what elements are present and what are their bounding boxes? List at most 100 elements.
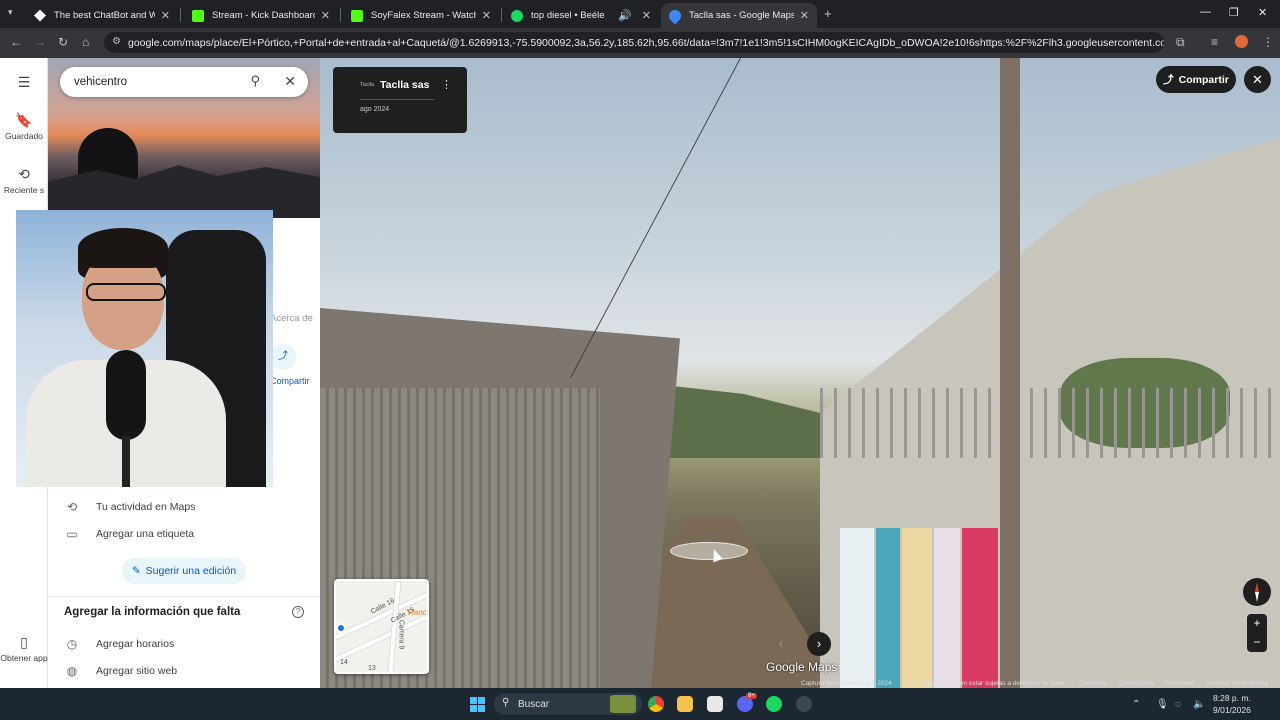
network-icon[interactable]: ◌: [1175, 699, 1181, 710]
map-label: Carrera 9: [397, 619, 405, 650]
terms-link[interactable]: Condiciones: [1118, 680, 1154, 688]
address-bar[interactable]: ⚙ google.com/maps/place/El+Pórtico,+Port…: [104, 32, 1164, 53]
maximize-icon[interactable]: ❐: [1229, 6, 1239, 19]
site-info-icon[interactable]: ⚙: [112, 36, 121, 47]
tab-google-maps[interactable]: Taclla sas - Google Maps ✕: [661, 3, 817, 28]
taskbar-search[interactable]: ⚲ Buscar: [494, 693, 642, 715]
minimize-icon[interactable]: —: [1200, 6, 1211, 18]
microphone-icon[interactable]: 🎙: [1156, 699, 1169, 710]
map-label: 13: [368, 665, 376, 672]
profile-avatar[interactable]: [1235, 35, 1248, 48]
rail-item-saved[interactable]: 🔖 Guardado: [0, 112, 48, 141]
tab-kick-dashboard[interactable]: Stream - Kick Dashboard ✕: [184, 3, 338, 28]
share-icon: ⤴: [1163, 74, 1174, 86]
chrome-app-icon[interactable]: [648, 696, 664, 712]
clock-date: 9/01/2026: [1213, 705, 1251, 715]
volume-icon[interactable]: 🔈: [1193, 699, 1205, 710]
reading-list-icon[interactable]: ≡: [1211, 35, 1218, 49]
clear-search-icon[interactable]: ✕: [284, 73, 296, 90]
tray-chevron-icon[interactable]: ⌃: [1132, 699, 1140, 710]
row-label: Agregar una etiqueta: [96, 528, 195, 540]
rail-label: Reciente s: [3, 185, 45, 195]
tab-close-icon[interactable]: ✕: [482, 9, 491, 22]
place-logo: Taclla: [360, 82, 375, 88]
new-tab-icon[interactable]: +: [824, 6, 832, 21]
suggest-edit-label: Sugerir una edición: [145, 565, 237, 577]
tab-chatbot[interactable]: The best ChatBot and Widgets ✕: [26, 3, 178, 28]
zoom-out-icon[interactable]: −: [1247, 633, 1267, 652]
list-item[interactable]: ◷ Agregar horarios: [64, 637, 174, 651]
tab-close-icon[interactable]: ✕: [800, 9, 809, 22]
list-item[interactable]: ▭ Agregar una etiqueta: [64, 527, 194, 541]
chatbot-favicon-icon: [34, 9, 46, 22]
share-button-label: Compartir: [1178, 73, 1229, 86]
search-highlight-icon: [610, 695, 636, 713]
close-street-view-button[interactable]: ✕: [1244, 66, 1271, 93]
next-photo-icon[interactable]: ›: [807, 632, 831, 656]
compass-icon[interactable]: [1243, 578, 1271, 606]
home-icon[interactable]: ⌂: [82, 35, 89, 49]
menu-kebab-icon[interactable]: ⋮: [1262, 35, 1274, 49]
region-link[interactable]: Colombia: [1079, 680, 1106, 688]
search-input[interactable]: vehicentro ⚲ ✕: [60, 67, 308, 97]
list-item[interactable]: ⟲ Tu actividad en Maps: [64, 500, 195, 514]
zoom-controls: + −: [1247, 614, 1267, 652]
suggest-edit-button[interactable]: ✎ Sugerir una edición: [122, 558, 246, 584]
kick-favicon-icon: [351, 9, 363, 22]
report-problem-link[interactable]: Informar un problema: [1206, 680, 1268, 688]
tab-search-icon[interactable]: ▾: [8, 7, 13, 18]
obs-app-icon[interactable]: [796, 696, 812, 712]
copyright-notice: Las imágenes pueden estar sujetas a dere…: [903, 680, 1067, 687]
phone-icon: ▯: [20, 634, 28, 650]
windows-start-icon[interactable]: [470, 697, 485, 712]
back-icon[interactable]: ←: [10, 35, 22, 49]
hamburger-icon[interactable]: ☰: [0, 74, 48, 91]
pencil-icon: ✎: [131, 565, 141, 577]
divider: [48, 596, 320, 597]
share-button[interactable]: ⤴ Compartir: [1156, 66, 1236, 93]
tab-close-icon[interactable]: ✕: [642, 9, 651, 22]
taskbar-clock[interactable]: 8:28 p. m. 9/01/2026: [1213, 692, 1251, 716]
bookmark-icon: 🔖: [15, 112, 33, 128]
tab-close-icon[interactable]: ✕: [161, 9, 170, 22]
tab-about[interactable]: Acerca de: [270, 313, 313, 324]
store-app-icon[interactable]: [707, 696, 723, 712]
rail-label: Obtener app: [0, 653, 48, 663]
previous-photo-icon[interactable]: ‹: [769, 632, 793, 656]
street-view-canvas[interactable]: [320, 58, 1280, 688]
reload-icon[interactable]: ↻: [58, 35, 68, 49]
search-icon[interactable]: ⚲: [250, 73, 260, 89]
tab-label: The best ChatBot and Widgets: [54, 10, 155, 21]
spotify-app-icon[interactable]: [766, 696, 782, 712]
rail-item-get-app[interactable]: ▯ Obtener app: [0, 634, 48, 663]
url-text: google.com/maps/place/El+Pórtico,+Portal…: [128, 36, 1164, 49]
share-icon[interactable]: ⤴: [270, 344, 296, 370]
extensions-icon[interactable]: ⧉: [1176, 35, 1185, 50]
history-icon: ⟲: [66, 500, 78, 514]
zoom-in-icon[interactable]: +: [1247, 614, 1267, 633]
rail-item-recent[interactable]: ⟲ Reciente s: [0, 166, 48, 195]
capture-attribution: Captura de imágenes: jun 2024: [801, 680, 892, 687]
google-maps-logo: Google Maps: [766, 660, 838, 674]
tab-spotify[interactable]: top diesel • Beéle 🔊 ✕: [503, 3, 659, 28]
tab-soyfalex-stream[interactable]: SoyFalex Stream - Watch Live o ✕: [343, 3, 499, 28]
audio-icon[interactable]: 🔊: [618, 9, 632, 22]
row-label: Agregar horarios: [96, 638, 175, 650]
privacy-link[interactable]: Privacidad: [1164, 680, 1194, 688]
history-icon: ⟲: [18, 166, 30, 182]
list-item[interactable]: ◍ Agregar sitio web: [64, 664, 177, 678]
tab-label: Taclla sas - Google Maps: [689, 10, 794, 21]
street-view-minimap[interactable]: Calle 16 Calle 15 Carrera 9 Ranc 14 13: [334, 579, 429, 674]
tab-close-icon[interactable]: ✕: [321, 9, 330, 22]
file-explorer-icon[interactable]: [677, 696, 693, 712]
share-action-label[interactable]: Compartir: [270, 376, 310, 386]
search-query: vehicentro: [74, 76, 128, 88]
location-dot-icon: [336, 623, 346, 633]
help-icon[interactable]: ?: [292, 606, 304, 618]
label-icon: ▭: [66, 527, 78, 541]
rail-menu[interactable]: ☰: [0, 74, 48, 93]
window-close-icon[interactable]: ✕: [1258, 6, 1267, 19]
place-title: Taclla sas: [380, 79, 430, 91]
forward-icon[interactable]: →: [34, 35, 46, 49]
more-options-icon[interactable]: ⋮: [441, 78, 452, 91]
